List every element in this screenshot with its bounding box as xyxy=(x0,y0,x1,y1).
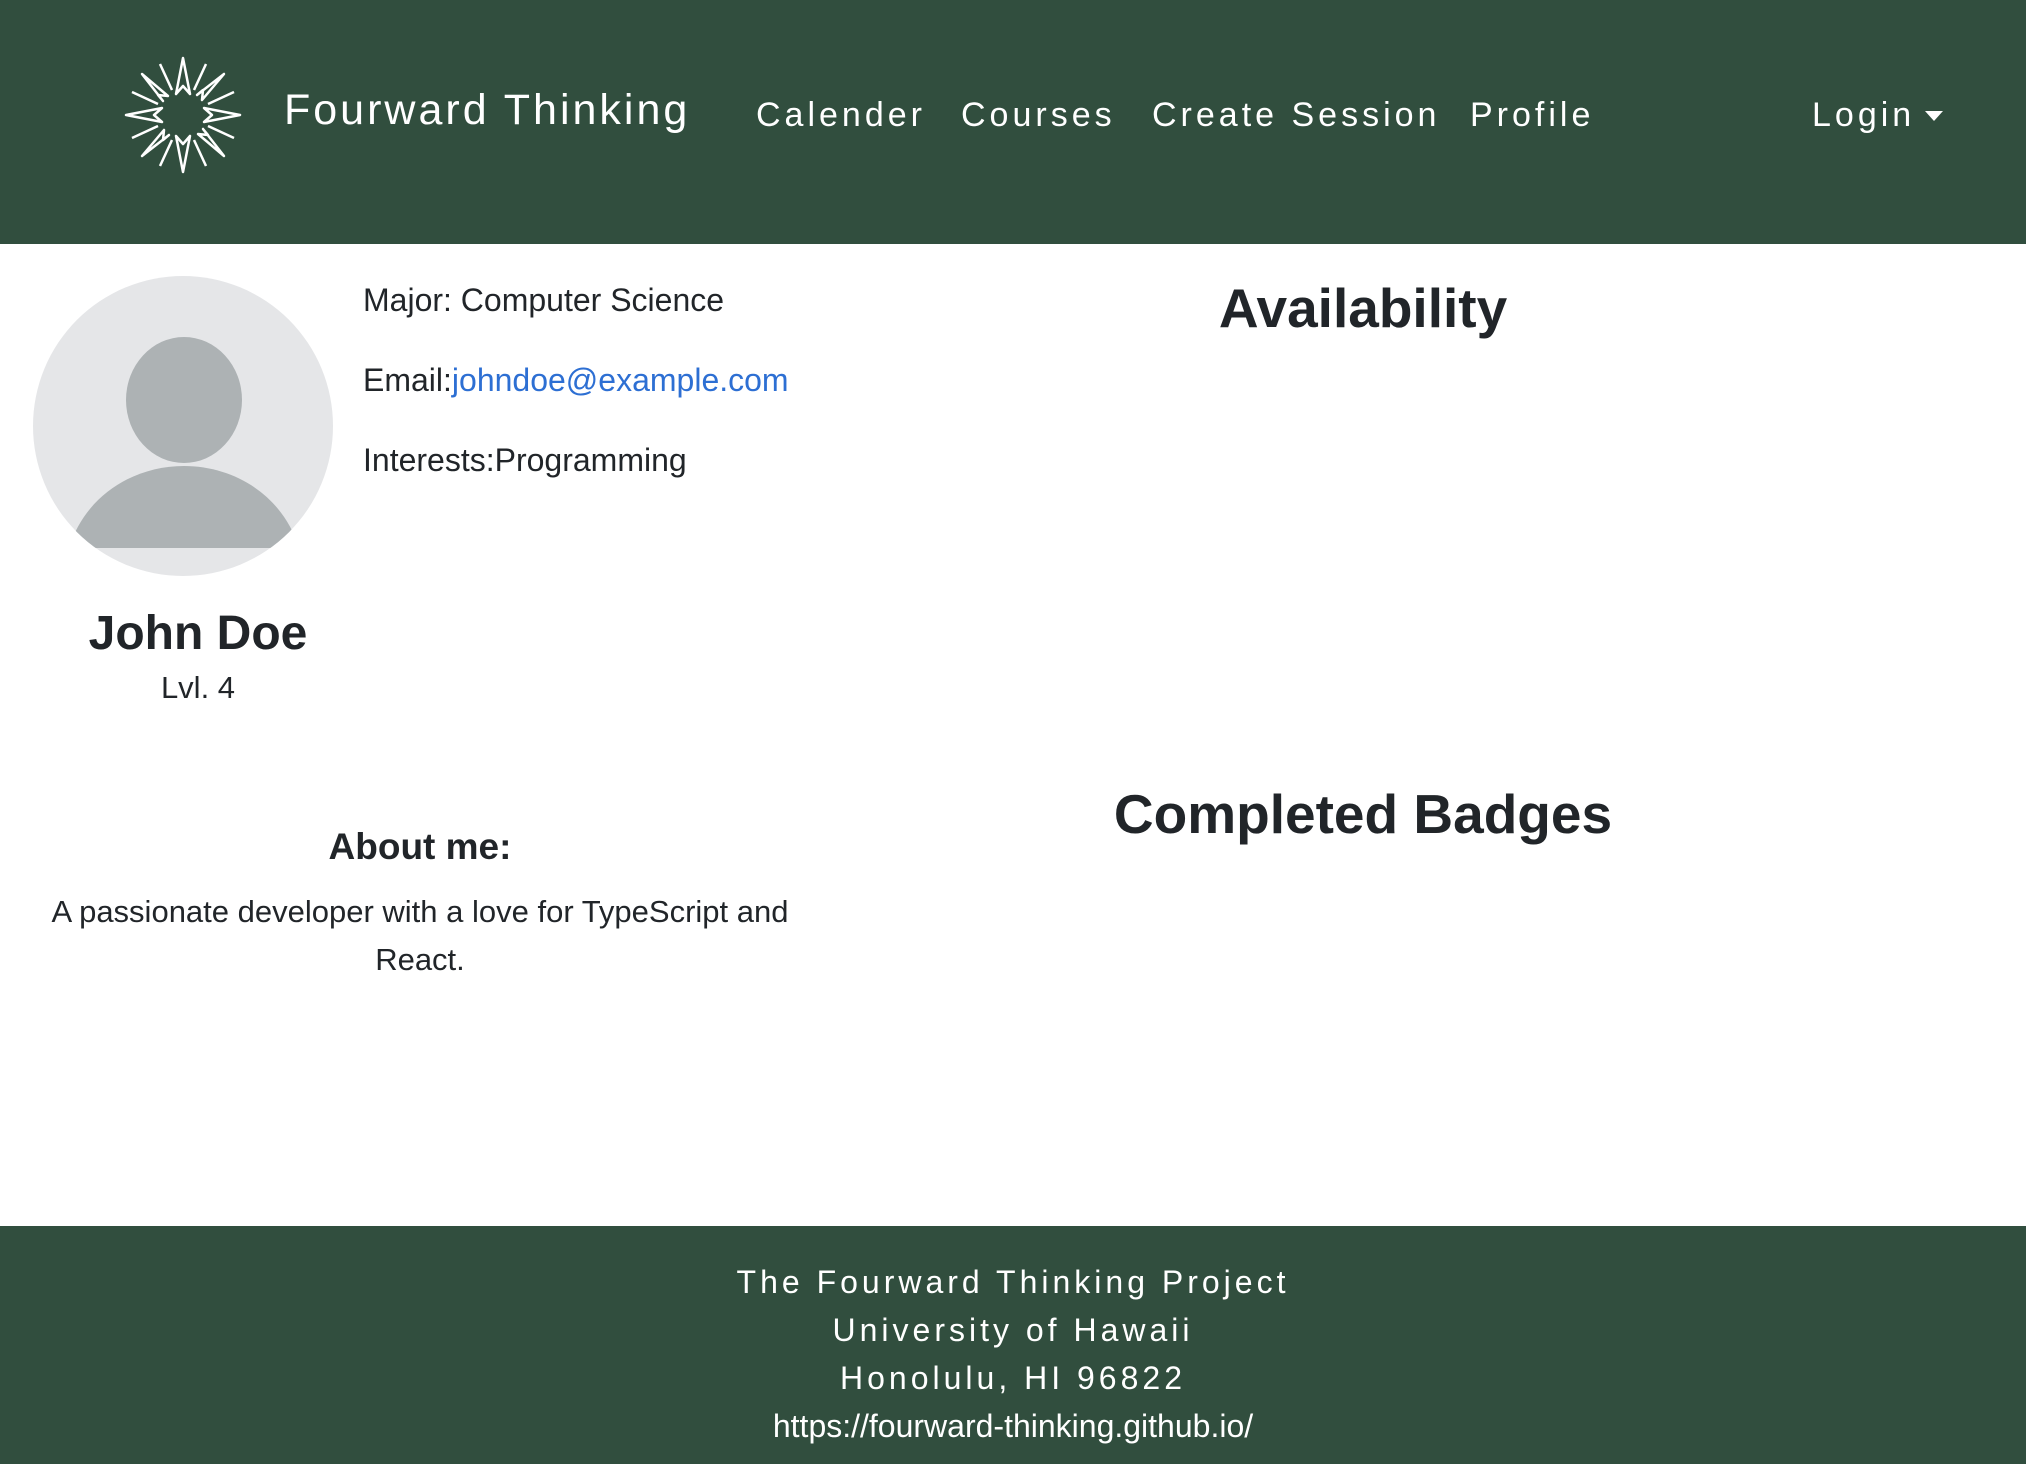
login-label: Login xyxy=(1812,96,1916,134)
about-title: About me: xyxy=(328,826,512,867)
email-info: Email:johndoe@example.com xyxy=(363,362,789,399)
brand-title[interactable]: Fourward Thinking xyxy=(284,86,690,135)
login-dropdown[interactable]: Login xyxy=(1812,96,1944,135)
about-text: A passionate developer with a love for T… xyxy=(51,894,789,977)
availability-heading: Availability xyxy=(1218,277,1508,339)
navbar: Fourward Thinking Calender Courses Creat… xyxy=(0,0,2026,244)
nav-link-courses[interactable]: Courses xyxy=(961,96,1116,135)
footer-university: University of Hawaii xyxy=(832,1312,1194,1348)
starburst-icon[interactable] xyxy=(120,52,246,178)
interests-label: Interests: xyxy=(363,442,495,478)
major-info: Major: Computer Science xyxy=(363,282,724,319)
email-link[interactable]: johndoe@example.com xyxy=(452,362,789,398)
interests-value: Programming xyxy=(494,442,687,478)
major-label: Major: xyxy=(363,282,461,318)
user-level: Lvl. 4 xyxy=(160,670,236,705)
footer-url-link[interactable]: https://fourward-thinking.github.io/ xyxy=(0,1402,2026,1450)
user-avatar-icon xyxy=(33,276,333,576)
user-name: John Doe xyxy=(88,607,308,660)
major-value: Computer Science xyxy=(460,282,725,318)
email-label: Email: xyxy=(363,362,452,398)
nav-link-profile[interactable]: Profile xyxy=(1470,96,1594,135)
footer-lines: The Fourward Thinking Project University… xyxy=(0,1258,2026,1450)
footer-project: The Fourward Thinking Project xyxy=(736,1264,1290,1300)
nav-link-calendar[interactable]: Calender xyxy=(756,96,926,135)
footer: The Fourward Thinking Project University… xyxy=(0,1226,2026,1464)
completed-badges-heading: Completed Badges xyxy=(1113,783,1613,845)
nav-link-create-session[interactable]: Create Session xyxy=(1152,96,1440,135)
interests-info: Interests:Programming xyxy=(363,442,687,479)
caret-down-icon xyxy=(1925,110,1944,121)
footer-address: Honolulu, HI 96822 xyxy=(840,1360,1186,1396)
